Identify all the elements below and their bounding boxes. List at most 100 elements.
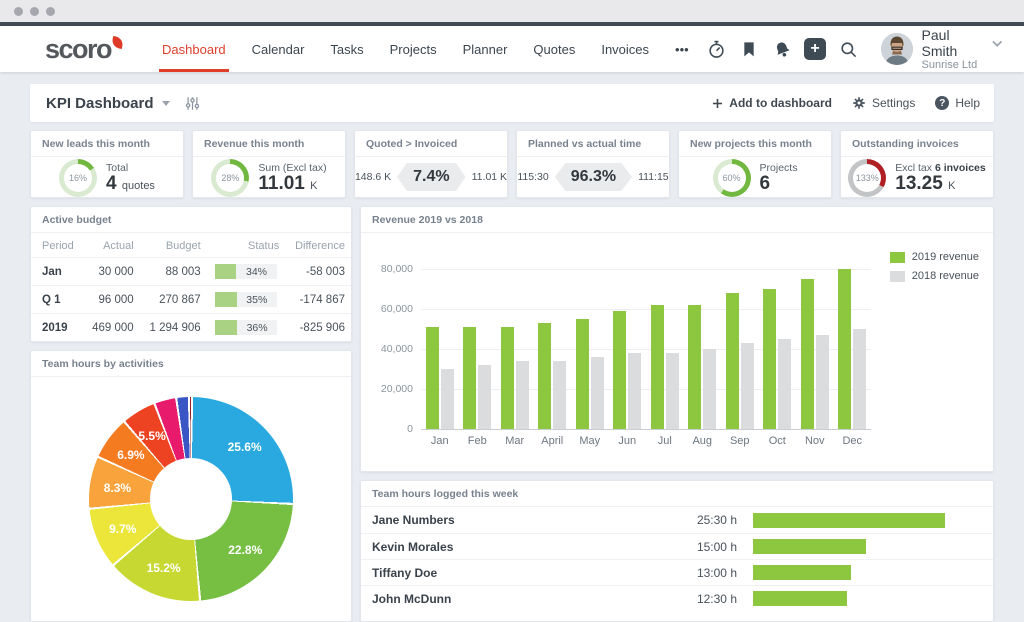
bar-2018-revenue	[741, 343, 754, 429]
donut-slice-label: 15.2%	[147, 561, 181, 575]
legend-swatch	[890, 252, 905, 263]
bar-2019-revenue	[613, 311, 626, 429]
bell-icon[interactable]	[768, 34, 797, 64]
table-row: Jan30 00088 00334%-58 003	[31, 258, 351, 286]
kpi-card[interactable]: New projects this month60%Projects6	[678, 130, 832, 198]
kpi-card[interactable]: Planned vs actual time115:3096.3%111:15	[516, 130, 670, 198]
bar-2019-revenue	[801, 279, 814, 429]
bar-group: Jul	[646, 269, 684, 447]
kpi-card-title: Planned vs actual time	[517, 131, 669, 157]
bar-2019-revenue	[463, 327, 476, 429]
donut-wrap: 25.6%22.8%15.2%9.7%8.3%6.9%5.5%	[31, 377, 351, 621]
donut-slice-label: 6.9%	[117, 448, 144, 462]
kpi-meta: Excl tax 6 invoices13.25 K	[895, 162, 985, 195]
bar-group: Feb	[459, 269, 497, 447]
nav-item-quotes[interactable]: Quotes	[520, 26, 588, 72]
window-dot[interactable]	[30, 7, 39, 16]
bar-2019-revenue	[763, 289, 776, 429]
budget-table-header: PeriodActualBudgetStatusDifference	[31, 233, 351, 258]
x-axis-label: April	[541, 435, 563, 447]
budget-status-percent: 34%	[236, 264, 277, 279]
kpi-card[interactable]: Revenue this month28%Sum (Excl tax)11.01…	[192, 130, 346, 198]
dashboard-title-dropdown[interactable]: KPI Dashboard	[46, 95, 170, 112]
budget-status: 35%	[207, 286, 286, 314]
table-row: Q 196 000270 86735%-174 867	[31, 286, 351, 314]
question-icon: ?	[935, 96, 949, 110]
nav-item-projects[interactable]: Projects	[377, 26, 450, 72]
budget-status-percent: 35%	[237, 292, 277, 307]
nav-item-dashboard[interactable]: Dashboard	[149, 26, 239, 72]
x-axis-label: Nov	[805, 435, 825, 447]
kpi-card[interactable]: Quoted > Invoiced148.6 K7.4%11.01 K	[354, 130, 508, 198]
bar-group: Aug	[684, 269, 722, 447]
budget-column-header: Status	[207, 233, 286, 258]
budget-status-bar: 35%	[215, 292, 277, 307]
nav-item-calendar[interactable]: Calendar	[239, 26, 318, 72]
legend-label: 2019 revenue	[912, 251, 979, 263]
bar-pair	[463, 269, 491, 429]
filters-icon[interactable]	[178, 88, 208, 118]
budget-actual: 96 000	[83, 286, 140, 314]
bar-2018-revenue	[853, 329, 866, 429]
y-axis-tick: 80,000	[381, 263, 413, 275]
member-hours: 13:00 h	[677, 566, 737, 580]
bar-group: Dec	[834, 269, 872, 447]
nav-right: + Paul Smith	[702, 27, 1002, 71]
bar-pair	[688, 269, 716, 429]
kpi-card[interactable]: Outstanding invoices133%Excl tax 6 invoi…	[840, 130, 994, 198]
active-budget-title: Active budget	[31, 207, 351, 233]
scoro-logo[interactable]: scoro	[45, 36, 123, 63]
member-name: John McDunn	[372, 592, 677, 606]
member-hours: 12:30 h	[677, 592, 737, 606]
budget-status-fill	[215, 264, 236, 279]
add-to-dashboard-button[interactable]: Add to dashboard	[712, 96, 832, 110]
member-bar-track	[753, 513, 979, 528]
user-profile[interactable]: Paul Smith Sunrise Ltd	[881, 27, 1002, 71]
kpi-meta: Sum (Excl tax)11.01 K	[258, 162, 326, 195]
help-button[interactable]: ? Help	[935, 96, 980, 110]
window-dot[interactable]	[46, 7, 55, 16]
kpi-card[interactable]: New leads this month16%Total4 quotes	[30, 130, 184, 198]
activities-donut-chart[interactable]: 25.6%22.8%15.2%9.7%8.3%6.9%5.5%	[89, 397, 293, 601]
kpi-compare-left: 115:30	[517, 171, 548, 183]
bar-group: Jan	[421, 269, 459, 447]
nav-item-more[interactable]: •••	[662, 26, 702, 72]
bar-pair	[838, 269, 866, 429]
x-axis-label: Oct	[769, 435, 786, 447]
nav-item-planner[interactable]: Planner	[450, 26, 521, 72]
budget-status: 34%	[207, 258, 286, 286]
timer-icon[interactable]	[702, 34, 731, 64]
search-icon[interactable]	[834, 34, 863, 64]
bar-2018-revenue	[816, 335, 829, 429]
kpi-value: 4 quotes	[106, 174, 155, 195]
team-hours-logged-card: Team hours logged this week Jane Numbers…	[360, 480, 994, 622]
bookmark-icon[interactable]	[735, 34, 764, 64]
kpi-unit: K	[310, 180, 317, 192]
user-name: Paul Smith	[922, 27, 986, 59]
bar-2019-revenue	[538, 323, 551, 429]
main-grid: Active budget PeriodActualBudgetStatusDi…	[30, 206, 994, 622]
y-axis-tick: 0	[407, 423, 413, 435]
legend-item: 2018 revenue	[890, 270, 979, 282]
member-bar	[753, 539, 866, 554]
legend-swatch	[890, 271, 905, 282]
y-axis: 80,00060,00040,00020,0000	[371, 269, 421, 429]
nav-item-tasks[interactable]: Tasks	[317, 26, 376, 72]
donut-slice-label: 5.5%	[138, 429, 165, 443]
bar-group: Oct	[759, 269, 797, 447]
x-axis-label: Dec	[842, 435, 862, 447]
nav-item-invoices[interactable]: Invoices	[588, 26, 662, 72]
settings-button[interactable]: Settings	[852, 96, 915, 110]
kpi-label: Excl tax 6 invoices	[895, 162, 985, 174]
bar-pair	[426, 269, 454, 429]
budget-status-fill	[215, 292, 237, 307]
add-new-icon[interactable]: +	[801, 34, 830, 64]
bar-2019-revenue	[688, 305, 701, 429]
member-bar	[753, 565, 851, 580]
member-bar	[753, 591, 847, 606]
kpi-gauge: 28%	[211, 159, 249, 197]
member-name: Tiffany Doe	[372, 566, 677, 580]
kpi-gauge: 133%	[848, 159, 886, 197]
donut-slice-label: 8.3%	[104, 481, 131, 495]
window-dot[interactable]	[14, 7, 23, 16]
